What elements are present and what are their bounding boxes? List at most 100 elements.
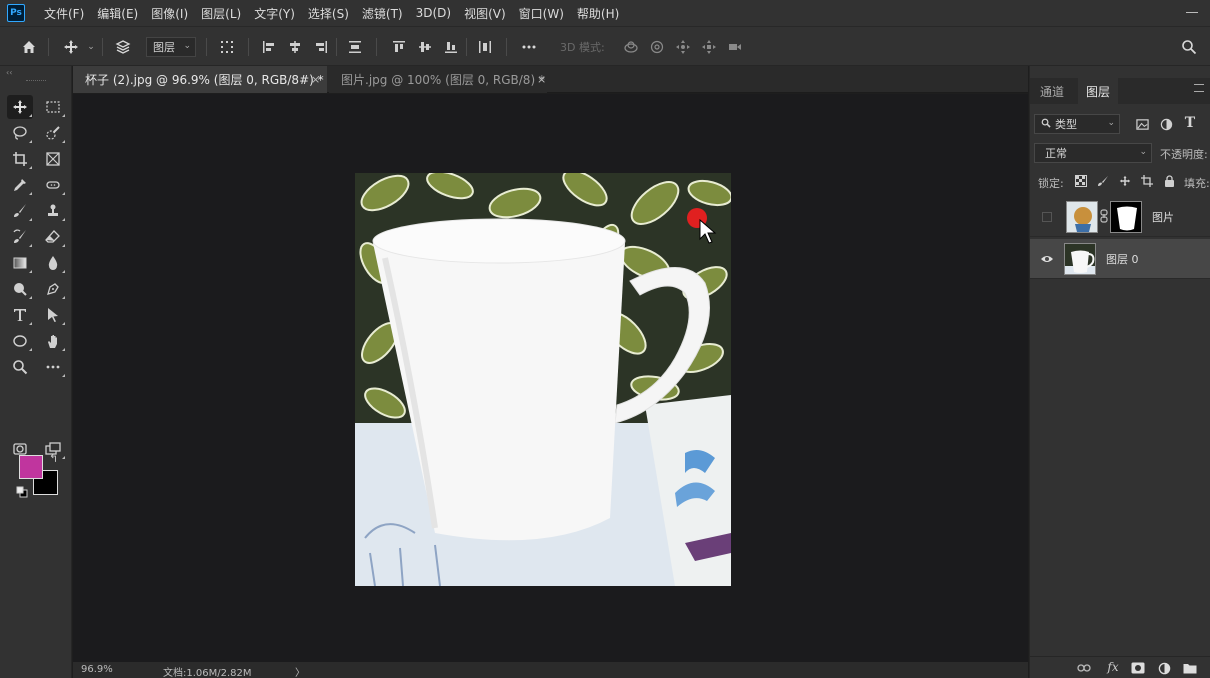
link-icon[interactable] [1100, 209, 1108, 223]
brush-tool-icon[interactable] [7, 199, 33, 223]
type-filter-icon[interactable]: T [1182, 115, 1198, 131]
align-top-icon[interactable] [388, 27, 410, 67]
crop-tool-icon[interactable] [7, 147, 33, 171]
screen-mode-icon[interactable] [40, 437, 66, 461]
gradient-tool-icon[interactable] [7, 251, 33, 275]
menu-image[interactable]: 图像(I) [151, 5, 188, 22]
path-select-tool-icon[interactable] [40, 303, 66, 327]
toolbar-grip[interactable] [26, 80, 46, 82]
add-mask-icon[interactable] [1130, 660, 1146, 676]
hand-tool-icon[interactable] [40, 329, 66, 353]
pen-tool-icon[interactable] [40, 277, 66, 301]
blend-mode-value: 正常 [1045, 147, 1067, 160]
home-icon[interactable] [18, 27, 40, 67]
eye-icon[interactable] [1040, 252, 1054, 266]
search-icon[interactable] [1178, 27, 1200, 67]
lock-transparent-icon[interactable] [1074, 174, 1088, 188]
frame-tool-icon[interactable] [40, 147, 66, 171]
status-menu-arrow[interactable]: 〉 [295, 664, 305, 678]
align-hcenter-icon[interactable] [284, 27, 306, 67]
blend-mode-dropdown[interactable]: 正常 ⌄ [1034, 143, 1152, 163]
video-3d-icon[interactable] [724, 27, 746, 67]
auto-select-icon[interactable] [112, 27, 134, 67]
adjustment-layer-icon[interactable] [1156, 660, 1172, 676]
menu-window[interactable]: 窗口(W) [519, 5, 564, 22]
move-tool-icon[interactable] [7, 95, 33, 119]
close-icon[interactable]: × [537, 73, 546, 86]
menu-select[interactable]: 选择(S) [308, 5, 349, 22]
transform-controls-icon[interactable] [216, 27, 238, 67]
menu-edit[interactable]: 编辑(E) [97, 5, 138, 22]
close-icon[interactable]: × [311, 73, 320, 86]
eraser-tool-icon[interactable] [40, 225, 66, 249]
dodge-tool-icon[interactable] [7, 277, 33, 301]
menu-help[interactable]: 帮助(H) [577, 5, 619, 22]
zoom-level[interactable]: 96.9% [81, 664, 113, 675]
foreground-color-swatch[interactable] [19, 455, 43, 479]
tools-panel: ‹‹ ↰ [0, 66, 72, 678]
document-canvas[interactable] [355, 173, 731, 586]
menu-file[interactable]: 文件(F) [44, 5, 84, 22]
auto-select-target-dropdown[interactable]: 图层 ⌄ [146, 37, 196, 57]
menu-view[interactable]: 视图(V) [464, 5, 506, 22]
menu-3d[interactable]: 3D(D) [416, 6, 451, 20]
align-vcenter-icon[interactable] [414, 27, 436, 67]
roll-3d-icon[interactable] [646, 27, 668, 67]
fill-label: 填充: [1184, 177, 1210, 190]
adjustment-filter-icon[interactable] [1158, 116, 1174, 132]
lock-pixels-icon[interactable] [1096, 174, 1110, 188]
zoom-tool-icon[interactable] [7, 355, 33, 379]
align-left-icon[interactable] [258, 27, 280, 67]
chevron-down-icon[interactable]: ⌄ [86, 27, 96, 67]
tab-channels[interactable]: 通道 [1040, 78, 1074, 104]
stamp-tool-icon[interactable] [40, 199, 66, 223]
menu-layer[interactable]: 图层(L) [201, 5, 241, 22]
lock-position-icon[interactable] [1118, 174, 1132, 188]
chevron-down-icon: ⌄ [1139, 147, 1147, 157]
layer-name[interactable]: 图层 0 [1106, 251, 1139, 267]
visibility-toggle[interactable] [1042, 212, 1052, 222]
panel-menu-icon[interactable] [1194, 84, 1204, 92]
distribute-vertical-icon[interactable] [474, 27, 496, 67]
align-right-icon[interactable] [310, 27, 332, 67]
layer-mask-thumbnail[interactable] [1110, 201, 1142, 233]
document-info: 文档:1.06M/2.82M [163, 668, 252, 678]
lock-artboard-icon[interactable] [1140, 174, 1154, 188]
history-brush-tool-icon[interactable] [7, 225, 33, 249]
filter-kind-dropdown[interactable]: 类型 ⌄ [1034, 114, 1120, 134]
menu-filter[interactable]: 滤镜(T) [362, 5, 403, 22]
link-layers-icon[interactable] [1076, 660, 1092, 676]
lock-all-icon[interactable] [1162, 174, 1176, 188]
new-group-icon[interactable] [1182, 660, 1198, 676]
more-icon[interactable] [518, 27, 540, 67]
orbit-3d-icon[interactable] [620, 27, 642, 67]
pan-3d-icon[interactable] [672, 27, 694, 67]
quick-select-tool-icon[interactable] [40, 121, 66, 145]
lasso-tool-icon[interactable] [7, 121, 33, 145]
blur-tool-icon[interactable] [40, 251, 66, 275]
more-tools-icon[interactable] [40, 355, 66, 379]
distribute-icon[interactable] [344, 27, 366, 67]
tab-picture-document[interactable]: 图片.jpg @ 100% (图层 0, RGB/8) * × [329, 66, 547, 93]
move-tool-icon[interactable] [60, 27, 82, 67]
layer-row-picture[interactable]: 图片 [1030, 197, 1210, 237]
eyedropper-tool-icon[interactable] [7, 173, 33, 197]
chevron-down-icon: ⌄ [183, 41, 191, 51]
type-tool-icon[interactable] [7, 303, 33, 327]
collapse-toolbar-icon[interactable]: ‹‹ [6, 68, 12, 77]
marquee-tool-icon[interactable] [40, 95, 66, 119]
spot-healing-tool-icon[interactable] [40, 173, 66, 197]
ellipse-tool-icon[interactable] [7, 329, 33, 353]
tab-layers[interactable]: 图层 [1078, 78, 1118, 104]
menu-type[interactable]: 文字(Y) [254, 5, 295, 22]
slide-3d-icon[interactable] [698, 27, 720, 67]
align-bottom-icon[interactable] [440, 27, 462, 67]
fx-icon[interactable]: fx [1104, 659, 1122, 675]
canvas-area[interactable] [73, 94, 1028, 662]
layer-name[interactable]: 图片 [1152, 209, 1174, 225]
layer-row-layer-0[interactable]: 图层 0 [1030, 239, 1210, 279]
default-colors-icon[interactable] [16, 486, 28, 498]
minimize-window-button[interactable] [1186, 12, 1198, 13]
pixel-filter-icon[interactable] [1134, 116, 1150, 132]
tab-cup-document[interactable]: 杯子 (2).jpg @ 96.9% (图层 0, RGB/8#) * × [73, 66, 327, 93]
